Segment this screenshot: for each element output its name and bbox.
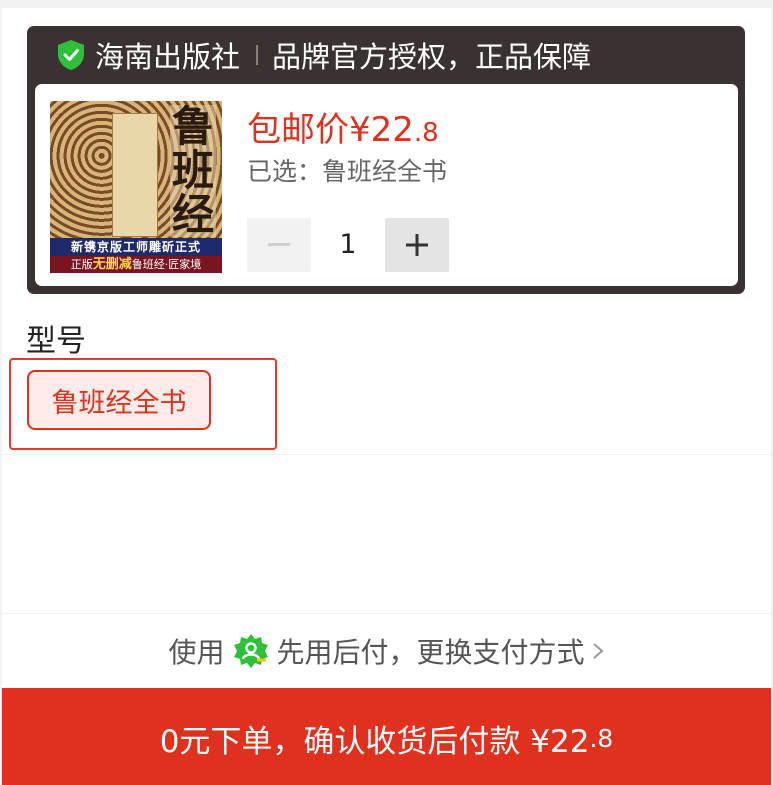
submit-order-button[interactable]: 0元下单，确认收货后付款 ¥22.8 xyxy=(2,688,771,785)
store-card: 海南出版社 品牌官方授权，正品保障 鲁班经 新镌京版工师雕斫正式 正版无删减鲁班… xyxy=(27,26,745,294)
price-label: 包邮价 xyxy=(247,110,349,150)
selected-label: 已选： xyxy=(247,157,323,186)
section-divider xyxy=(2,454,771,455)
product-sheet: 海南出版社 品牌官方授权，正品保障 鲁班经 新镌京版工师雕斫正式 正版无删减鲁班… xyxy=(2,8,771,785)
shield-check-icon xyxy=(57,39,85,71)
quantity-decrease-button[interactable] xyxy=(247,218,311,272)
product-cover-image[interactable]: 鲁班经 新镌京版工师雕斫正式 正版无删减鲁班经·匠家境 xyxy=(50,101,222,273)
chevron-right-icon xyxy=(591,637,605,665)
model-option-selected[interactable]: 鲁班经全书 xyxy=(27,370,211,430)
minus-icon xyxy=(268,243,290,246)
selected-value: 鲁班经全书 xyxy=(322,157,448,186)
product-price: 包邮价¥22.8 xyxy=(247,102,439,151)
quantity-value[interactable]: 1 xyxy=(311,218,385,272)
header-divider xyxy=(256,45,259,65)
pay-later-row[interactable]: 使用 先用后付，更换支付方式 xyxy=(2,614,771,688)
submit-decimal: .8 xyxy=(589,724,614,753)
product-panel: 鲁班经 新镌京版工师雕斫正式 正版无删减鲁班经·匠家境 包邮价¥22.8 已选：… xyxy=(35,84,738,286)
store-name[interactable]: 海南出版社 xyxy=(95,34,240,76)
cover-title: 鲁班经 xyxy=(170,102,216,239)
selected-variant: 已选：鲁班经全书 xyxy=(247,152,447,188)
pay-later-text: 先用后付，更换支付方式 xyxy=(276,636,585,669)
model-section-title: 型号 xyxy=(26,324,86,359)
quantity-increase-button[interactable] xyxy=(385,218,449,272)
price-integer: 22 xyxy=(370,110,414,150)
cover-band-bottom: 正版无删减鲁班经·匠家境 xyxy=(50,256,222,273)
price-currency: ¥ xyxy=(349,110,371,150)
plus-icon xyxy=(406,234,428,256)
cover-label-strip xyxy=(112,113,158,237)
pay-later-prefix: 使用 xyxy=(168,636,225,669)
pay-later-badge-icon xyxy=(233,633,269,669)
submit-label: 0元下单，确认收货后付款 ¥22 xyxy=(159,724,590,760)
store-tagline: 品牌官方授权，正品保障 xyxy=(272,40,592,74)
price-decimal: .8 xyxy=(413,118,439,148)
store-header: 海南出版社 品牌官方授权，正品保障 xyxy=(27,26,745,84)
cover-band-top: 新镌京版工师雕斫正式 xyxy=(50,238,222,256)
